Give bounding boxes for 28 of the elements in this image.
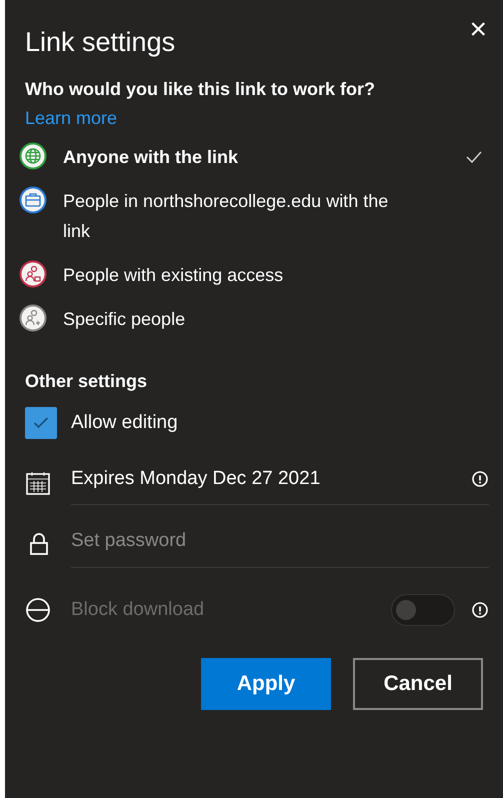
- audience-option[interactable]: Anyone with the link: [19, 142, 489, 172]
- learn-more-link[interactable]: Learn more: [19, 105, 118, 132]
- expiry-field[interactable]: Expires Monday Dec 27 2021: [71, 461, 489, 504]
- section-heading: Other settings: [24, 370, 148, 393]
- expiry-value: Expires Monday Dec 27 2021: [71, 467, 320, 491]
- audience-option[interactable]: Specific people: [19, 304, 489, 334]
- allow-editing-checkbox[interactable]: [25, 407, 57, 439]
- dialog-title: Link settings: [24, 26, 176, 59]
- lock-icon: [29, 532, 49, 556]
- question-text: Who would you like this link to work for?: [24, 78, 376, 101]
- option-label: People with existing access: [63, 264, 284, 287]
- allow-editing-label: Allow editing: [71, 410, 178, 435]
- apply-button[interactable]: Apply: [201, 658, 331, 710]
- cancel-button[interactable]: Cancel: [353, 658, 483, 710]
- option-label: People in northshorecollege.edu with the link: [63, 190, 390, 243]
- checkmark-icon: [465, 150, 483, 164]
- block-download-label: Block download: [71, 598, 206, 622]
- audience-option[interactable]: People with existing access: [19, 260, 489, 290]
- calendar-icon: [25, 470, 51, 496]
- block-icon: [25, 597, 51, 623]
- info-icon[interactable]: [471, 470, 489, 488]
- info-icon[interactable]: [471, 601, 489, 619]
- password-field[interactable]: Set password: [71, 520, 489, 568]
- option-label: Specific people: [63, 308, 186, 331]
- close-button[interactable]: ×: [469, 18, 487, 42]
- audience-option[interactable]: People in northshorecollege.edu with the link: [19, 186, 489, 246]
- check-icon: [33, 417, 49, 429]
- option-label: Anyone with the link: [63, 146, 238, 169]
